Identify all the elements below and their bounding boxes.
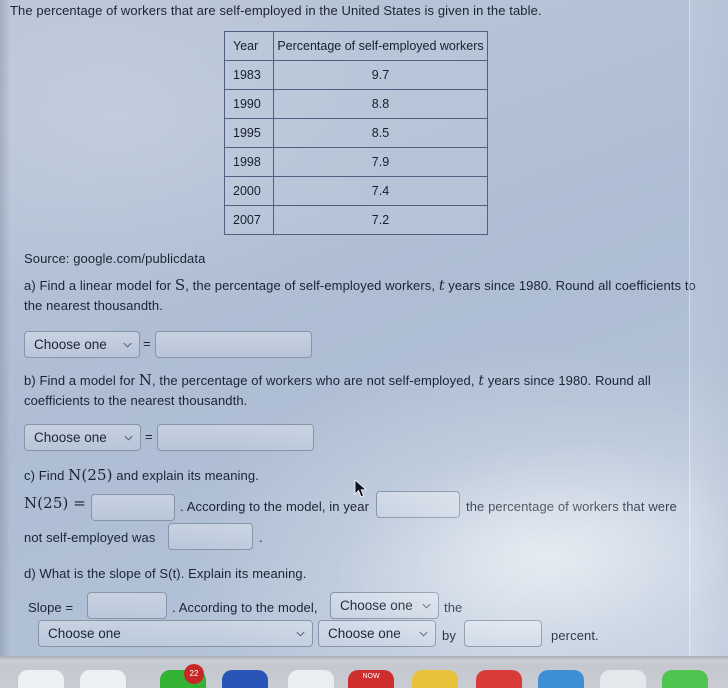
chevron-down-icon xyxy=(419,631,428,637)
table-row: 2007 7.2 xyxy=(224,205,488,235)
select-model-type-b-label: Choose one xyxy=(34,430,107,445)
select-d-2-label: Choose one xyxy=(48,626,121,641)
question-b-label: b) xyxy=(24,373,36,388)
table-row: 1983 9.7 xyxy=(224,60,488,90)
cell-year: 1983 xyxy=(224,60,274,90)
table-row: 2000 7.4 xyxy=(224,176,488,206)
dock-app-2[interactable] xyxy=(80,670,126,688)
question-a-variable-s: S xyxy=(174,276,186,294)
dock-app-1[interactable] xyxy=(18,670,64,688)
question-a-text-2: , the percentage of self-employed worker… xyxy=(185,278,439,293)
dock-app-6-label: NOW xyxy=(362,673,380,680)
column-header-percentage: Percentage of self-employed workers xyxy=(273,31,488,61)
dock-app-5[interactable] xyxy=(288,670,334,688)
dock-app-10[interactable] xyxy=(600,670,646,688)
cell-percentage: 9.7 xyxy=(273,60,488,90)
dock-top-edge xyxy=(0,656,728,661)
question-b-variable-n: N xyxy=(138,371,152,389)
select-d-3-label: Choose one xyxy=(328,626,401,641)
dock-app-7[interactable] xyxy=(412,670,458,688)
question-d-body: What is the slope of S(t). Explain its m… xyxy=(39,566,307,581)
question-c-label: c) xyxy=(24,468,36,483)
question-d-mid-text: . According to the model, xyxy=(172,600,318,615)
chevron-down-icon xyxy=(422,603,431,609)
slope-label: Slope = xyxy=(28,600,74,615)
input-year[interactable] xyxy=(376,491,460,518)
cell-percentage: 7.4 xyxy=(273,176,488,206)
input-percentage-not-self-employed[interactable] xyxy=(168,523,253,550)
input-model-b[interactable] xyxy=(157,424,314,451)
screen-right-band xyxy=(690,0,728,656)
question-c-tail-text: the percentage of workers that were xyxy=(466,499,677,514)
select-model-type-a[interactable]: Choose one xyxy=(24,331,140,358)
dock-app-3-badge: 22 xyxy=(184,664,204,684)
select-d-1[interactable]: Choose one xyxy=(330,592,439,619)
device-dock: 22 NOW xyxy=(0,656,728,688)
question-b-text-1: Find a model for xyxy=(39,373,139,388)
question-b-text: b) Find a model for N, the percentage of… xyxy=(24,371,664,410)
question-c-text-1: Find xyxy=(38,468,69,483)
input-slope-value[interactable] xyxy=(87,592,167,619)
select-model-type-a-label: Choose one xyxy=(34,337,107,352)
table-header-row: Year Percentage of self-employed workers xyxy=(224,31,488,61)
question-d-by-text: by xyxy=(442,628,456,643)
data-table: Year Percentage of self-employed workers… xyxy=(224,31,488,235)
select-model-type-b[interactable]: Choose one xyxy=(24,424,141,451)
question-c-expression: N(25) xyxy=(68,466,113,484)
question-c-line2-text: not self-employed was xyxy=(24,530,156,545)
select-d-3[interactable]: Choose one xyxy=(318,620,436,647)
equals-sign-a: = xyxy=(143,336,151,351)
chevron-down-icon xyxy=(124,435,133,441)
source-text: Source: google.com/publicdata xyxy=(24,251,206,266)
select-d-1-label: Choose one xyxy=(340,598,413,613)
question-c-text: c) Find N(25) and explain its meaning. xyxy=(24,466,524,485)
cell-year: 2000 xyxy=(224,176,274,206)
table-row: 1998 7.9 xyxy=(224,147,488,177)
cell-percentage: 7.2 xyxy=(273,205,488,235)
dock-app-8[interactable] xyxy=(476,670,522,688)
question-a-text: a) Find a linear model for S, the percen… xyxy=(24,276,696,315)
table-row: 1990 8.8 xyxy=(224,89,488,119)
select-d-2[interactable]: Choose one xyxy=(38,620,313,647)
cell-year: 1990 xyxy=(224,89,274,119)
tablet-screen: The percentage of workers that are self-… xyxy=(0,0,728,656)
question-d-the-text: the xyxy=(444,600,463,615)
cell-year: 2007 xyxy=(224,205,274,235)
input-percent-change[interactable] xyxy=(464,620,542,647)
input-model-a[interactable] xyxy=(155,331,312,358)
cell-percentage: 8.5 xyxy=(273,118,488,148)
dock-app-4[interactable] xyxy=(222,670,268,688)
cell-percentage: 7.9 xyxy=(273,147,488,177)
question-a-label: a) xyxy=(24,278,36,293)
question-d-text: d) What is the slope of S(t). Explain it… xyxy=(24,564,524,583)
cell-year: 1998 xyxy=(224,147,274,177)
question-d-percent-text: percent. xyxy=(551,628,599,643)
answer-label-n25: N(25) = xyxy=(24,494,86,512)
equals-sign-b: = xyxy=(145,429,153,444)
column-header-year: Year xyxy=(224,31,274,61)
cell-percentage: 8.8 xyxy=(273,89,488,119)
question-c-period: . xyxy=(259,530,263,545)
problem-content: The percentage of workers that are self-… xyxy=(0,0,728,656)
intro-text: The percentage of workers that are self-… xyxy=(10,3,542,18)
question-b-text-2: , the percentage of workers who are not … xyxy=(151,373,479,388)
chevron-down-icon xyxy=(123,342,132,348)
dock-app-11[interactable] xyxy=(662,670,708,688)
question-c-mid-text: . According to the model, in year xyxy=(180,499,370,514)
cell-year: 1995 xyxy=(224,118,274,148)
question-a-text-1: Find a linear model for xyxy=(39,278,175,293)
input-n25-value[interactable] xyxy=(91,494,175,521)
question-d-label: d) xyxy=(24,566,36,581)
dock-app-9[interactable] xyxy=(538,670,584,688)
table-row: 1995 8.5 xyxy=(224,118,488,148)
chevron-down-icon xyxy=(296,631,305,637)
question-c-text-2: and explain its meaning. xyxy=(112,468,259,483)
